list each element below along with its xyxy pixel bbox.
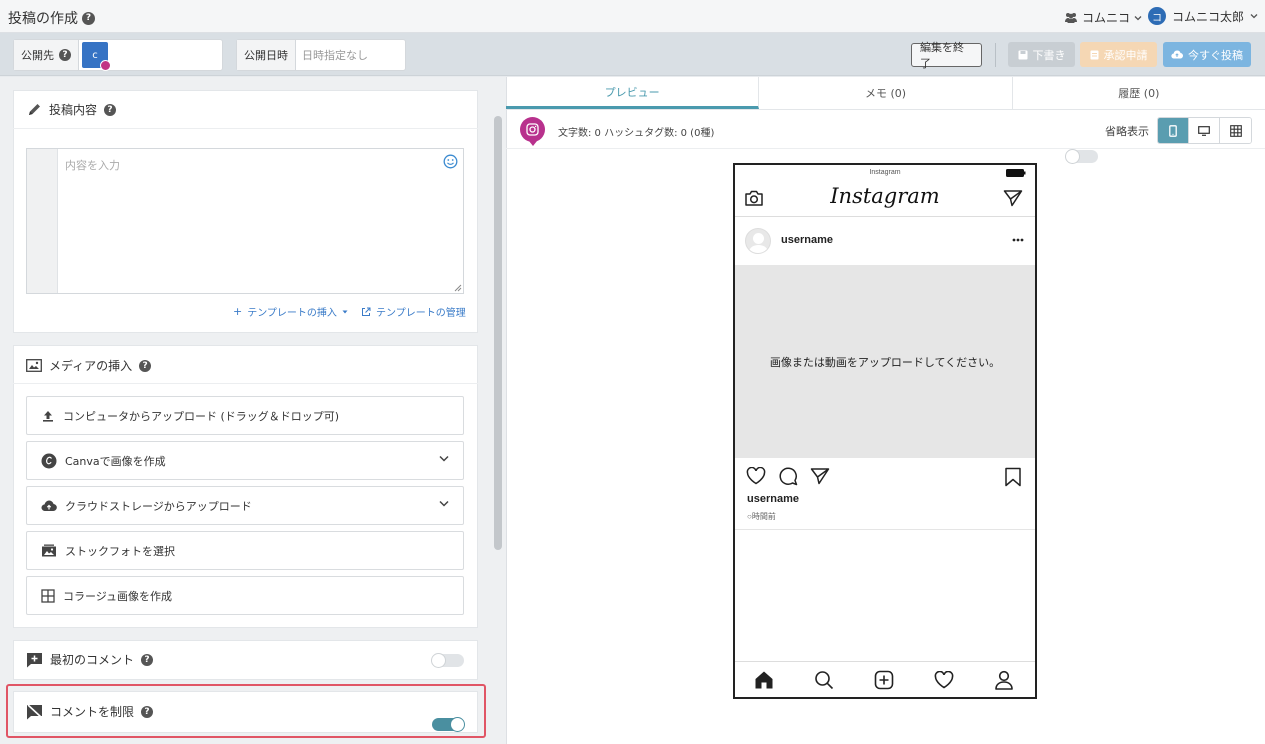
caret-down-icon bbox=[342, 310, 348, 313]
document-icon bbox=[1090, 50, 1098, 59]
share-icon[interactable] bbox=[810, 467, 830, 485]
help-icon[interactable]: ? bbox=[82, 11, 95, 25]
cloud-storage-upload-button[interactable]: クラウドストレージからアップロード bbox=[26, 486, 464, 525]
battery-icon bbox=[1006, 169, 1026, 177]
abbrev-label: 省略表示 bbox=[1105, 125, 1149, 138]
user-menu[interactable]: コ コムニコ太郎 bbox=[1148, 7, 1258, 25]
highlight-box bbox=[6, 684, 486, 738]
editor-gutter bbox=[27, 149, 58, 293]
approval-request-button[interactable]: 承認申請 bbox=[1080, 42, 1157, 67]
post-time: ○時間前 bbox=[747, 512, 776, 521]
publish-date-field[interactable]: 公開日時 日時指定なし bbox=[236, 39, 406, 71]
help-icon[interactable]: ? bbox=[59, 49, 71, 61]
profile-icon[interactable] bbox=[994, 670, 1014, 690]
end-edit-button[interactable]: 編集を終了 bbox=[911, 41, 982, 70]
collage-create-button[interactable]: コラージュ画像を作成 bbox=[26, 576, 464, 615]
search-icon[interactable] bbox=[814, 670, 834, 690]
badge-pointer bbox=[529, 141, 537, 146]
canva-icon bbox=[41, 453, 57, 468]
divider bbox=[735, 529, 1035, 530]
external-link-icon bbox=[362, 307, 371, 316]
status-title: Instagram bbox=[869, 169, 901, 176]
grid-icon bbox=[41, 588, 55, 603]
chevron-down-icon bbox=[1250, 14, 1258, 19]
grid-icon bbox=[1229, 124, 1242, 137]
scrollbar[interactable] bbox=[494, 116, 502, 550]
post-username[interactable]: username bbox=[781, 234, 833, 246]
page-title: 投稿の作成 ? bbox=[8, 8, 95, 28]
chevron-down-icon bbox=[439, 500, 449, 507]
upload-from-computer-button[interactable]: コンピュータからアップロード (ドラッグ＆ドロップ可) bbox=[26, 396, 464, 435]
app-logo: Instagram bbox=[830, 184, 940, 208]
avatar: コ bbox=[1148, 7, 1166, 25]
insert-template-link[interactable]: + テンプレートの挿入 bbox=[233, 304, 348, 319]
mobile-view-button[interactable] bbox=[1158, 118, 1189, 143]
desktop-view-button[interactable] bbox=[1189, 118, 1220, 143]
plus-icon: + bbox=[233, 305, 243, 318]
activity-heart-icon[interactable] bbox=[934, 671, 954, 689]
post-content-textarea[interactable]: 内容を入力 bbox=[26, 148, 464, 294]
first-comment-heading: 最初のコメント ? bbox=[26, 651, 154, 668]
divider bbox=[995, 43, 996, 67]
more-options-icon[interactable] bbox=[1012, 238, 1024, 242]
desktop-icon bbox=[1198, 125, 1210, 136]
post-now-button[interactable]: 今すぐ投稿 bbox=[1163, 42, 1251, 67]
destination-field[interactable]: 公開先 ? c bbox=[13, 39, 223, 71]
post-content-heading: 投稿内容 ? bbox=[27, 101, 117, 118]
workspace-switcher[interactable]: コムニコ bbox=[1064, 9, 1142, 26]
comment-plus-icon bbox=[27, 652, 42, 667]
view-mode-group bbox=[1157, 117, 1252, 144]
media-heading: メディアの挿入 ? bbox=[26, 357, 152, 374]
comment-icon[interactable] bbox=[778, 467, 798, 486]
cloud-upload-icon bbox=[1171, 50, 1183, 59]
instagram-preview-phone: Instagram Instagram username 画像または動画をアップ… bbox=[733, 163, 1037, 699]
account-avatar[interactable]: c bbox=[82, 42, 111, 71]
draft-button[interactable]: 下書き bbox=[1008, 42, 1075, 67]
media-placeholder: 画像または動画をアップロードしてください。 bbox=[735, 265, 1035, 458]
stats-text: 文字数: 0 ハッシュタグ数: 0 (0種) bbox=[558, 128, 715, 139]
upload-icon bbox=[43, 410, 53, 422]
grid-view-button[interactable] bbox=[1220, 118, 1251, 143]
caption-username: username bbox=[747, 493, 799, 505]
home-icon[interactable] bbox=[754, 670, 774, 690]
abbrev-toggle[interactable] bbox=[1065, 149, 1098, 164]
instagram-badge-icon bbox=[100, 60, 111, 71]
tab-history[interactable]: 履歴 (0) bbox=[1013, 77, 1265, 109]
pencil-icon bbox=[29, 104, 40, 115]
help-icon[interactable]: ? bbox=[141, 653, 154, 666]
chevron-down-icon bbox=[439, 455, 449, 462]
mobile-icon bbox=[1169, 124, 1177, 137]
tab-preview[interactable]: プレビュー bbox=[506, 77, 760, 109]
heart-icon[interactable] bbox=[746, 467, 766, 485]
help-icon[interactable]: ? bbox=[139, 359, 152, 372]
bookmark-icon[interactable] bbox=[1004, 467, 1022, 487]
divider bbox=[13, 383, 478, 384]
image-icon bbox=[26, 359, 42, 372]
add-post-icon[interactable] bbox=[874, 670, 894, 690]
stock-photo-icon bbox=[42, 544, 56, 557]
save-icon bbox=[1018, 50, 1027, 59]
preview-tabs: プレビュー メモ (0) 履歴 (0) bbox=[506, 77, 1265, 110]
stock-photo-button[interactable]: ストックフォトを選択 bbox=[26, 531, 464, 570]
send-icon[interactable] bbox=[1003, 189, 1023, 207]
resize-handle-icon[interactable] bbox=[454, 284, 462, 292]
group-icon bbox=[1065, 13, 1077, 23]
divider bbox=[735, 661, 1035, 662]
help-icon[interactable]: ? bbox=[104, 103, 117, 116]
manage-template-link[interactable]: テンプレートの管理 bbox=[361, 304, 466, 319]
emoji-icon[interactable] bbox=[443, 154, 458, 169]
chevron-down-icon bbox=[1134, 15, 1142, 20]
divider bbox=[13, 128, 478, 129]
tab-memo[interactable]: メモ (0) bbox=[759, 77, 1013, 109]
instagram-icon[interactable] bbox=[520, 117, 545, 142]
canva-create-button[interactable]: Canvaで画像を作成 bbox=[26, 441, 464, 480]
cloud-upload-icon bbox=[41, 500, 57, 511]
first-comment-toggle[interactable] bbox=[431, 653, 464, 668]
divider bbox=[735, 216, 1035, 217]
profile-avatar[interactable] bbox=[745, 228, 771, 254]
